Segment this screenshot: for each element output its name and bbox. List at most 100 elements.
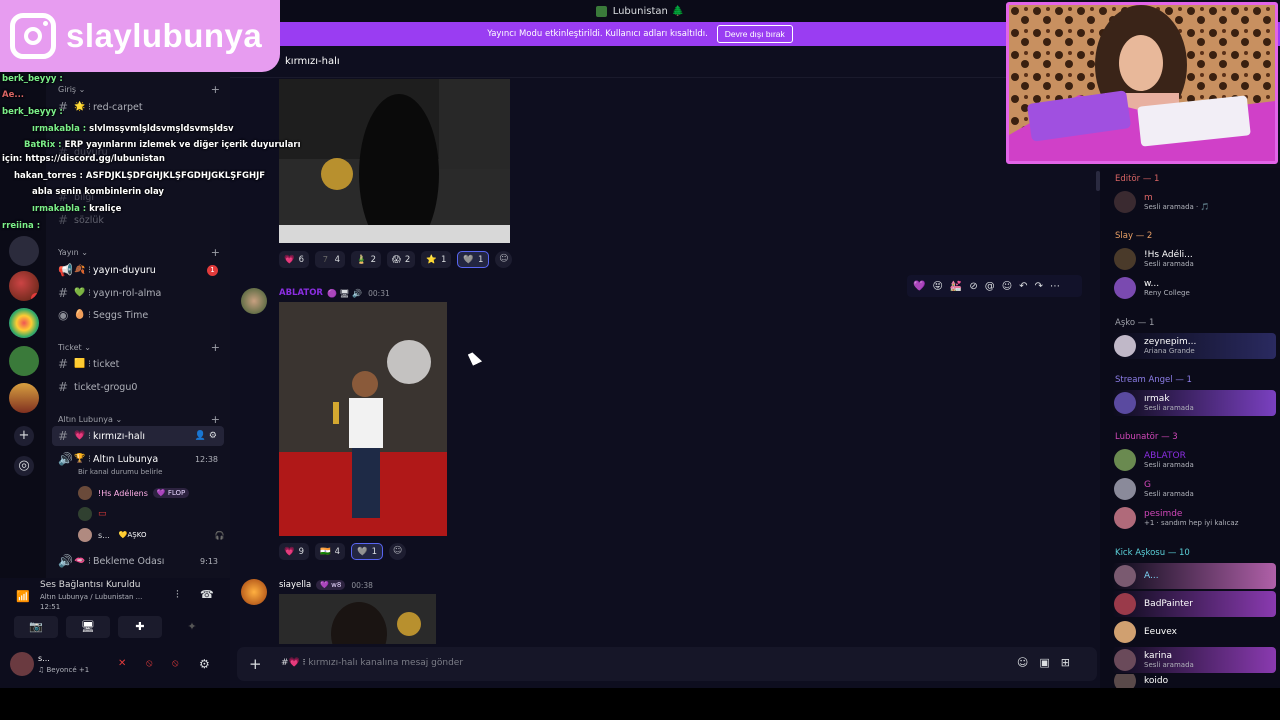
server-icon[interactable] — [9, 308, 39, 338]
gif-icon[interactable]: ▣ — [1039, 656, 1060, 669]
add-channel-icon[interactable]: + — [211, 341, 220, 354]
member-item[interactable]: A... — [1112, 563, 1276, 589]
author-avatar[interactable] — [241, 579, 267, 605]
author-name[interactable]: ABLATOR — [279, 288, 323, 298]
quick-reaction-icon[interactable]: 😝 — [932, 281, 942, 292]
unread-badge: 1 — [207, 264, 218, 276]
member-group-label: Lubunatör — 3 — [1115, 432, 1178, 442]
category-ticket[interactable]: Ticket ⌄ + — [58, 341, 220, 354]
hide-icon[interactable]: ⊘ — [969, 281, 977, 292]
member-group-label: Stream Angel — 1 — [1115, 375, 1192, 385]
reaction-button[interactable]: 7️ 4 — [315, 251, 346, 268]
member-item[interactable]: Eeuvex — [1112, 619, 1276, 645]
member-item[interactable]: BadPainter — [1112, 591, 1276, 617]
reaction-button[interactable]: 🇮🇳 4 — [315, 543, 346, 560]
signal-icon[interactable]: 📶 — [16, 590, 30, 603]
instagram-handle: slaylubunya — [66, 17, 263, 54]
activities-button[interactable]: ✚ — [118, 616, 162, 638]
red-carpet-photo — [279, 79, 510, 243]
webcam-overlay — [1006, 2, 1278, 164]
explore-icon[interactable]: ◎ — [14, 456, 34, 476]
reaction-button[interactable]: 💗 6 — [279, 251, 310, 268]
forward-icon[interactable]: ↷ — [1035, 281, 1043, 292]
member-item[interactable]: w... Reny College — [1112, 275, 1276, 301]
screen-share-button[interactable]: 🖥 — [66, 616, 110, 638]
settings-icon[interactable]: 👤⚙ — [195, 431, 224, 441]
voice-user[interactable]: s... 💛AŞKO 🎧 — [78, 528, 224, 542]
author-name[interactable]: siayella — [279, 580, 311, 590]
voice-user[interactable]: ▭ — [78, 507, 107, 521]
voice-user[interactable]: !Hs Adéliens 💜 FLOP — [78, 486, 190, 500]
noise-suppression-icon[interactable]: ⫶ — [176, 588, 179, 602]
channel-bekleme-odasi[interactable]: 🔊 🫦 ⁝ Bekleme Odası 9:13 — [52, 551, 224, 571]
disable-streamer-mode-button[interactable]: Devre dışı bırak — [716, 25, 793, 43]
reaction-button[interactable]: 💗 9 — [279, 543, 310, 560]
gear-icon[interactable]: ⚙ — [199, 657, 210, 671]
stream-chat-line: rreiina : — [2, 221, 41, 231]
channel-status[interactable]: Bir kanal durumu belirle — [78, 468, 162, 476]
user-status: ♫ Beyoncé +1 — [38, 666, 90, 674]
channel-altin-lubunya[interactable]: 🔊 🏆 ⁝ Altın Lubunya 12:38 — [52, 449, 224, 469]
message-image[interactable] — [279, 302, 447, 536]
quick-reaction-icon[interactable]: 💜 — [913, 281, 925, 292]
server-icon[interactable] — [9, 383, 39, 413]
channel-kirmizi-hali[interactable]: # 💗 ⁝ kırmızı-halı 👤⚙ — [52, 426, 224, 446]
member-item[interactable]: m Sesli aramada · 🎵 — [1112, 189, 1276, 215]
user-name: s... — [38, 654, 50, 663]
add-reaction-icon[interactable]: ☺ — [495, 251, 513, 268]
add-channel-icon[interactable]: + — [211, 246, 220, 259]
avatar — [1114, 248, 1136, 270]
mic-off-icon[interactable]: ⦸ — [146, 658, 153, 669]
reaction-button[interactable]: 😱 2 — [387, 251, 416, 268]
member-item[interactable]: G Sesli aramada — [1112, 476, 1276, 502]
member-item[interactable]: !Hs Adéli... Sesli aramada — [1112, 246, 1276, 272]
member-item[interactable]: koido — [1112, 674, 1276, 688]
soundboard-button[interactable]: ✦ — [170, 616, 214, 638]
add-server-icon[interactable]: + — [14, 426, 34, 446]
member-item[interactable]: ABLATOR Sesli aramada — [1112, 447, 1276, 473]
gift-icon[interactable]: ⊞ — [1061, 656, 1081, 669]
reaction-button[interactable]: ⭐ 1 — [421, 251, 452, 268]
channel-seggs-time[interactable]: ◉ 🥚 ⁝ Seggs Time — [52, 305, 224, 325]
avatar — [1114, 649, 1136, 671]
category-altin-lubunya[interactable]: Altın Lubunya ⌄ + — [58, 413, 220, 426]
composer-placeholder[interactable]: #💗 ⁝ kırmızı-halı kanalına mesaj gönder — [281, 658, 463, 668]
avatar — [78, 486, 92, 500]
channel-yayin-rol-alma[interactable]: # 💚 ⁝ yayın-rol-alma — [52, 283, 224, 303]
reaction-button[interactable]: 🎍 2 — [351, 251, 382, 268]
channel-ticket[interactable]: # 🟨 ⁝ ticket — [52, 354, 224, 374]
add-reaction-icon[interactable]: ☺ — [389, 543, 407, 560]
server-icon[interactable] — [9, 271, 39, 301]
message-image[interactable] — [279, 594, 436, 644]
mute-icon[interactable]: ✕ — [118, 658, 126, 669]
emoji-icon[interactable]: ☺ — [1017, 656, 1039, 669]
member-item[interactable]: zeynepim... Ariana Grande — [1112, 333, 1276, 359]
member-item[interactable]: karina Sesli aramada — [1112, 647, 1276, 673]
reaction-button[interactable]: 🩶 1 — [351, 543, 384, 560]
headset-off-icon[interactable]: ⦸ — [172, 658, 179, 669]
user-avatar[interactable] — [10, 652, 34, 676]
member-item[interactable]: ırmak Sesli aramada — [1112, 390, 1276, 416]
server-icon[interactable] — [9, 346, 39, 376]
channel-header: kırmızı-halı — [230, 46, 1100, 78]
mention-icon[interactable]: @ — [985, 281, 995, 292]
add-reaction-icon[interactable]: ☺ — [1002, 281, 1012, 292]
message-composer[interactable]: + #💗 ⁝ kırmızı-halı kanalına mesaj gönde… — [237, 647, 1097, 681]
webcam-feed — [1009, 5, 1275, 161]
channel-yayin-duyuru[interactable]: 📢 🍂 ⁝ yayın-duyuru 1 — [52, 260, 224, 280]
member-item[interactable]: pesimde +1 · sandım hep iyi kalıcaz — [1112, 505, 1276, 531]
camera-toggle-button[interactable]: 📷 — [14, 616, 58, 638]
voice-location[interactable]: Altın Lubunya / Lubunistan ... — [40, 593, 142, 601]
attach-icon[interactable]: + — [249, 655, 262, 673]
more-icon[interactable]: ⋯ — [1050, 281, 1060, 292]
reply-icon[interactable]: ↶ — [1019, 281, 1027, 292]
quick-reaction-icon[interactable]: 💒 — [950, 281, 962, 292]
add-channel-icon[interactable]: + — [211, 413, 220, 426]
channel-ticket-grogu[interactable]: # ticket-grogu0 — [52, 377, 224, 397]
author-avatar[interactable] — [241, 288, 267, 314]
reaction-button[interactable]: 🩶 1 — [457, 251, 490, 268]
voice-time: 12:51 — [40, 603, 61, 611]
disconnect-icon[interactable]: ☎ — [200, 588, 214, 601]
message-image[interactable] — [279, 79, 510, 243]
category-yayin[interactable]: Yayın ⌄ + — [58, 246, 220, 259]
